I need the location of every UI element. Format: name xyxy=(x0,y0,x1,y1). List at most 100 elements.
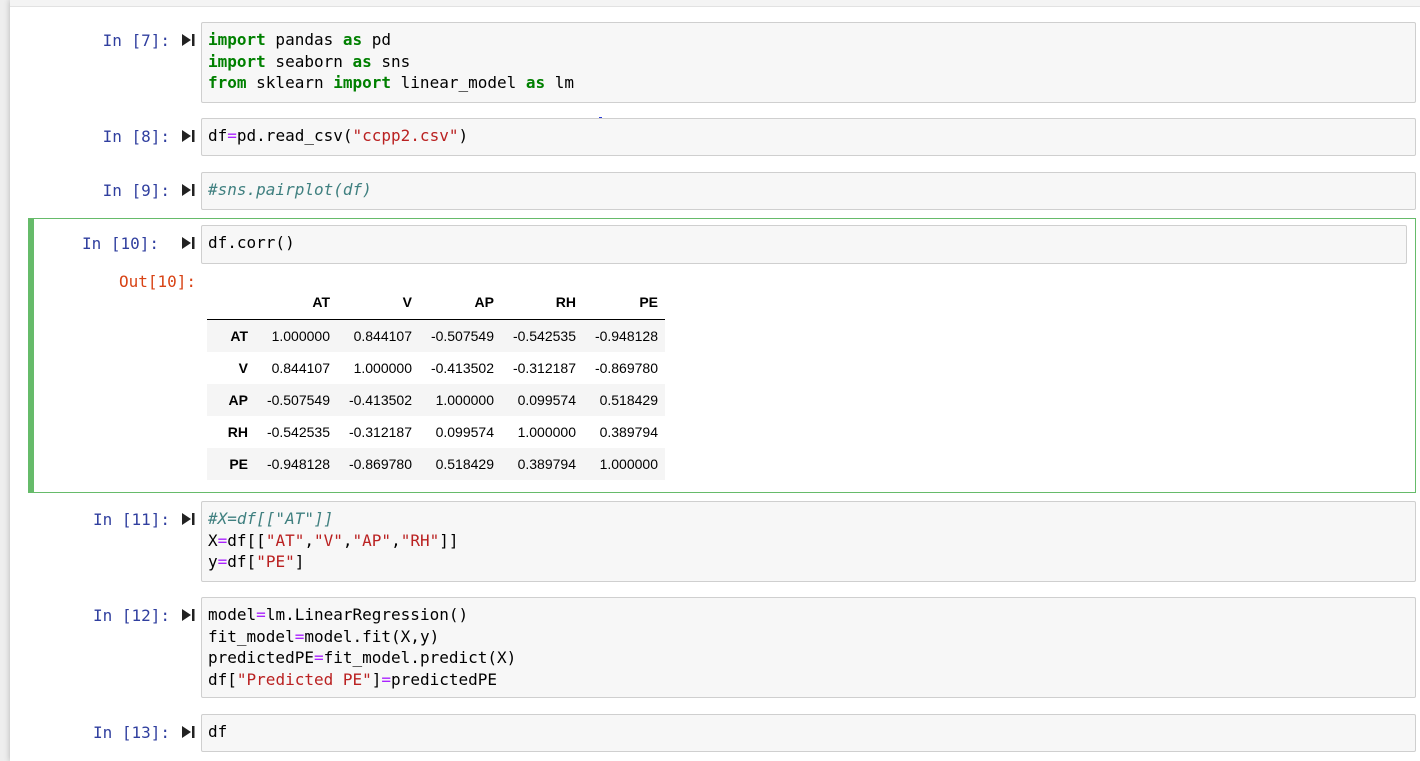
run-cell-icon[interactable] xyxy=(181,608,195,622)
run-cell-icon[interactable] xyxy=(181,725,195,739)
code-token: seaborn xyxy=(265,51,353,71)
code-token: model.fit(X,y) xyxy=(304,626,440,646)
code-cell-11[interactable]: In [11]: #X=df[["AT"]] X=df[["AT","V","AP… xyxy=(28,501,1416,583)
code-line: #X=df[["AT"]] xyxy=(208,508,1409,530)
index-header xyxy=(207,285,255,320)
code-token: df xyxy=(208,722,228,741)
code-token: "V" xyxy=(313,530,343,550)
code-token: , xyxy=(342,530,353,550)
code-token: "ccpp2.csv" xyxy=(352,126,459,145)
code-cell-10-selected[interactable]: In [10]: df.corr() Out[10]: AT V AP RH P… xyxy=(28,218,1416,493)
code-editor[interactable]: df.corr() xyxy=(201,225,1407,264)
table-cell: 0.099574 xyxy=(517,392,576,408)
table-row: V 0.844107 1.000000 -0.413502 -0.312187 … xyxy=(207,352,665,384)
code-token: sklearn xyxy=(246,73,334,92)
code-token: = xyxy=(294,626,305,646)
code-cell-8[interactable]: In [8]: df=pd.read_csv("ccpp2.csv") xyxy=(28,118,1416,158)
code-line: df xyxy=(208,721,1409,743)
code-editor[interactable]: #sns.pairplot(df) xyxy=(201,172,1416,210)
code-cell-7[interactable]: In [7]: import pandas as pd import seabor… xyxy=(28,22,1416,104)
code-token: fit_model.predict(X) xyxy=(323,648,517,667)
code-token: df[[ xyxy=(227,530,266,550)
code-line: #sns.pairplot(df) xyxy=(208,179,1409,201)
code-token: as xyxy=(525,73,546,92)
table-cell: -0.507549 xyxy=(266,392,330,408)
code-line: predictedPE=fit_model.predict(X) xyxy=(208,647,1409,669)
row-index: V xyxy=(238,360,248,376)
run-cell-icon[interactable] xyxy=(181,512,195,526)
code-line: df["Predicted PE"]=predictedPE xyxy=(208,669,1409,691)
code-token: predictedPE xyxy=(208,648,314,667)
code-editor[interactable]: df=pd.read_csv("ccpp2.csv") xyxy=(201,118,1416,156)
input-prompt: In [12]: xyxy=(92,606,170,625)
table-cell: 0.518429 xyxy=(599,392,658,408)
table-cell: 1.000000 xyxy=(271,328,330,344)
code-token: = xyxy=(256,605,266,624)
row-index: AT xyxy=(230,328,248,344)
code-token: import xyxy=(208,51,266,71)
code-token: df.corr() xyxy=(208,233,295,252)
toolbar-strip xyxy=(10,0,1420,7)
code-line: y=df["PE"] xyxy=(208,551,1409,573)
code-token: , xyxy=(304,530,314,550)
code-cell-9[interactable]: In [9]: #sns.pairplot(df) xyxy=(28,172,1416,212)
run-cell-icon[interactable] xyxy=(181,129,195,143)
code-token: model xyxy=(208,605,257,624)
code-editor[interactable]: #X=df[["AT"]] X=df[["AT","V","AP","RH"]] y… xyxy=(201,501,1416,582)
code-token: df xyxy=(208,126,228,145)
code-cell-12[interactable]: In [12]: model=lm.LinearRegression() fit_… xyxy=(28,597,1416,699)
code-token: as xyxy=(352,51,372,71)
code-token: = xyxy=(227,126,237,145)
column-header: V xyxy=(337,285,419,320)
notebook-container: In [7]: import pandas as pd import seabor… xyxy=(10,0,1420,761)
code-token: #sns.pairplot(df) xyxy=(208,180,372,199)
code-line: df.corr() xyxy=(208,232,1400,254)
output-prompt: Out[10]: xyxy=(118,272,196,291)
table-cell: -0.312187 xyxy=(348,424,412,440)
input-prompt: In [9]: xyxy=(102,181,170,200)
code-token: pd xyxy=(362,30,392,49)
code-token: predictedPE xyxy=(391,669,498,689)
table-cell: 0.389794 xyxy=(599,424,658,440)
code-token: lm.LinearRegression() xyxy=(265,605,469,624)
code-token: = xyxy=(381,669,392,689)
row-index: PE xyxy=(229,456,248,472)
input-prompt: In [7]: xyxy=(102,31,170,50)
input-prompt: In [10]: xyxy=(81,234,159,253)
run-cell-icon[interactable] xyxy=(181,183,195,197)
run-cell-icon[interactable] xyxy=(181,33,195,47)
table-header-row: AT V AP RH PE xyxy=(207,285,665,320)
code-line: fit_model=model.fit(X,y) xyxy=(208,626,1409,648)
table-cell: 0.518429 xyxy=(435,456,494,472)
code-token: import xyxy=(333,73,392,92)
correlation-dataframe-table: AT V AP RH PE AT 1.000000 0.844107 -0.50… xyxy=(207,285,665,480)
code-token: df[ xyxy=(208,669,237,689)
code-token: "AT" xyxy=(265,530,305,550)
code-line: import pandas as pd xyxy=(208,29,1409,51)
code-editor[interactable]: import pandas as pd import seaborn as sns… xyxy=(201,22,1416,103)
code-editor[interactable]: df xyxy=(201,714,1416,752)
code-token: "Predicted PE" xyxy=(236,669,372,689)
code-token: ] xyxy=(294,552,305,571)
code-token: sns xyxy=(371,51,411,71)
code-line: import seaborn as sns xyxy=(208,51,1409,73)
run-cell-icon[interactable] xyxy=(181,236,195,250)
code-token: = xyxy=(313,648,324,667)
table-cell: 1.000000 xyxy=(599,456,658,472)
code-cell-13[interactable]: In [13]: df xyxy=(28,714,1416,754)
table-cell: -0.413502 xyxy=(430,360,494,376)
code-token: "PE" xyxy=(256,552,295,571)
table-cell: 0.844107 xyxy=(353,328,412,344)
code-editor[interactable]: model=lm.LinearRegression() fit_model=mod… xyxy=(201,597,1416,698)
column-header: AP xyxy=(419,285,501,320)
table-row: PE -0.948128 -0.869780 0.518429 0.389794… xyxy=(207,448,665,480)
table-row: RH -0.542535 -0.312187 0.099574 1.000000… xyxy=(207,416,665,448)
code-token: ]] xyxy=(439,530,459,550)
code-token: y xyxy=(208,552,218,571)
code-token: as xyxy=(342,30,363,49)
code-token: df[ xyxy=(227,552,257,571)
table-cell: -0.507549 xyxy=(430,328,494,344)
table-cell: 1.000000 xyxy=(353,360,412,376)
code-token: ] xyxy=(371,669,382,689)
table-cell: -0.413502 xyxy=(348,392,412,408)
